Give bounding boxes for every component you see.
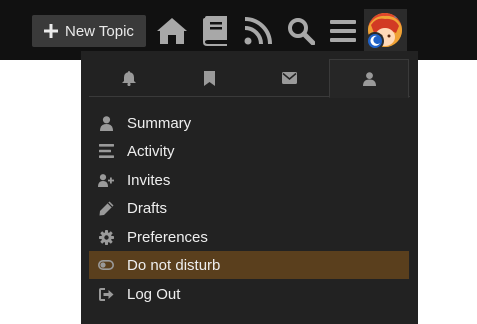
- menu-item-invites[interactable]: Invites: [89, 166, 409, 194]
- user-menu-panel: Summary Activity Invites Drafts Preferen…: [81, 51, 418, 324]
- do-not-disturb-status-icon: [366, 32, 384, 50]
- stream-icon: [98, 143, 114, 159]
- menu-item-log-out[interactable]: Log Out: [89, 280, 409, 308]
- menu-item-label: Invites: [127, 171, 171, 189]
- menu-item-preferences[interactable]: Preferences: [89, 223, 409, 251]
- user-plus-icon: [98, 172, 114, 188]
- plus-icon: [44, 24, 58, 38]
- menu-item-do-not-disturb[interactable]: Do not disturb: [89, 251, 409, 279]
- user-icon: [98, 115, 114, 131]
- new-topic-button[interactable]: New Topic: [32, 15, 146, 47]
- menu-item-label: Drafts: [127, 199, 168, 217]
- tab-notifications[interactable]: [89, 59, 169, 97]
- envelope-icon: [281, 72, 297, 84]
- home-icon[interactable]: [155, 14, 189, 48]
- gear-icon: [98, 229, 114, 245]
- new-topic-label: New Topic: [65, 22, 134, 40]
- menu-item-label: Do not disturb: [127, 256, 221, 274]
- tab-messages[interactable]: [249, 59, 329, 97]
- menu-item-summary[interactable]: Summary: [89, 109, 409, 137]
- bell-icon: [122, 70, 136, 86]
- menu-item-activity[interactable]: Activity: [89, 137, 409, 165]
- user-avatar-button[interactable]: [364, 9, 407, 52]
- toggle-off-icon: [98, 257, 114, 273]
- user-icon: [362, 71, 376, 86]
- tab-profile[interactable]: [329, 59, 409, 98]
- pencil-icon: [98, 200, 114, 216]
- tab-bookmarks[interactable]: [169, 59, 249, 97]
- sign-out-icon: [98, 286, 114, 302]
- user-menu-tabs: [89, 59, 410, 98]
- menu-item-label: Activity: [127, 142, 175, 160]
- hamburger-menu-icon[interactable]: [326, 14, 360, 48]
- menu-item-label: Summary: [127, 114, 192, 132]
- menu-item-label: Log Out: [127, 285, 181, 303]
- menu-item-drafts[interactable]: Drafts: [89, 194, 409, 222]
- book-icon[interactable]: [198, 14, 232, 48]
- bookmark-icon: [203, 70, 215, 86]
- search-icon[interactable]: [284, 14, 318, 48]
- menu-item-label: Preferences: [127, 228, 208, 246]
- rss-icon[interactable]: [241, 14, 275, 48]
